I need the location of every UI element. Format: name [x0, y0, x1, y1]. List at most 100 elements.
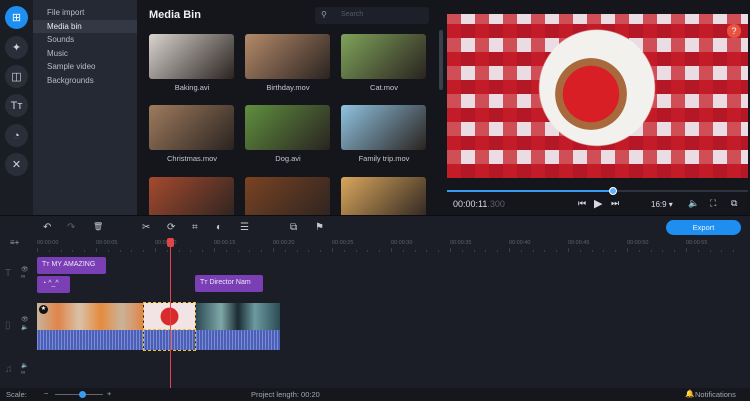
play-button[interactable]: ▶ — [594, 197, 602, 210]
title-clip[interactable]: Tт Director Nam — [195, 275, 263, 292]
next-frame-button[interactable]: ⏭ — [611, 198, 619, 209]
timeline-panel: ↶ ↷ 🗑 ✂ ⟳ ⌗ ◐ ☰ ⧉ ⚑ Export ≡+ 00:00:00 00… — [0, 215, 750, 401]
zoom-out-icon[interactable]: − — [44, 389, 48, 398]
ruler-label: 00:00:05 — [96, 240, 118, 246]
sidebar-item-music[interactable]: Music — [33, 47, 137, 61]
audio-waveform[interactable] — [196, 330, 280, 350]
video-clip-surf[interactable] — [196, 303, 280, 330]
marker-icon[interactable]: ⚑ — [315, 222, 324, 233]
media-bin-panel: Media Bin ⚲ Search Baking.avi Birthday.mo… — [137, 0, 445, 222]
sidebar-item-backgrounds[interactable]: Backgrounds — [33, 74, 137, 88]
redo-icon[interactable]: ↷ — [67, 222, 75, 233]
transitions-icon[interactable]: ◫ — [5, 65, 28, 88]
audio-waveform[interactable] — [37, 330, 143, 350]
sidebar-item-media-bin[interactable]: Media bin — [33, 19, 137, 34]
magic-wand-icon[interactable]: ✦ — [5, 36, 28, 59]
ruler-label: 00:00:55 — [686, 240, 708, 246]
music-track-lock-icon[interactable]: ∞ — [21, 370, 25, 376]
strawberry-bowl — [555, 58, 627, 130]
color-adjust-icon[interactable]: ◐ — [216, 222, 222, 233]
scale-slider-handle[interactable] — [79, 391, 86, 398]
ruler-tick — [638, 250, 640, 252]
sidebar-item-sample-video[interactable]: Sample video — [33, 60, 137, 74]
media-bin-scrollbar[interactable] — [439, 30, 443, 90]
zoom-in-icon[interactable]: + — [107, 389, 111, 398]
clip-properties-icon[interactable]: ☰ — [240, 222, 249, 233]
fullscreen-icon[interactable]: ⛶ — [710, 198, 716, 209]
media-thumbnail[interactable] — [341, 34, 426, 79]
media-thumbnail[interactable] — [149, 34, 234, 79]
media-item-label: Cat.mov — [370, 83, 398, 92]
help-button[interactable]: ? — [727, 24, 741, 38]
notifications-link[interactable]: Notifications — [695, 390, 736, 399]
titles-icon[interactable]: Tт — [5, 94, 28, 117]
ruler-tick — [190, 250, 192, 252]
video-track-volume-icon[interactable]: 🔈 — [21, 324, 28, 331]
text-track-lock-icon[interactable]: ∞ — [21, 274, 25, 280]
text-track-visibility-icon[interactable]: 👁 — [21, 266, 29, 273]
ruler-tick — [155, 248, 156, 252]
detach-preview-icon[interactable]: ⧉ — [731, 198, 737, 209]
video-track-icon: ▯ — [5, 320, 11, 331]
ruler-tick — [214, 248, 215, 252]
ruler-tick — [591, 250, 593, 252]
ruler-tick — [697, 250, 699, 252]
ruler-tick — [131, 250, 133, 252]
ruler-tick — [509, 248, 510, 252]
ruler-tick — [166, 250, 168, 252]
sidebar-item-file-import[interactable]: File import — [33, 6, 137, 20]
media-thumbnail[interactable] — [341, 105, 426, 150]
media-thumbnail[interactable] — [245, 34, 330, 79]
playback-progress[interactable] — [447, 187, 748, 195]
ruler-tick — [60, 250, 62, 252]
add-track-icon[interactable]: ≡+ — [10, 238, 19, 247]
tools-icon[interactable]: ✕ — [5, 153, 28, 176]
playhead[interactable] — [170, 238, 172, 388]
ruler-tick — [96, 248, 97, 252]
media-item-label: Dog.avi — [275, 154, 301, 163]
preview-panel: ? 00:00:11.300 ⏮ ▶ ⏭ 16:9 ▾ 🔈 ⛶ ⧉ — [445, 0, 750, 215]
ruler-tick — [650, 250, 652, 252]
previous-frame-button[interactable]: ⏮ — [578, 198, 586, 209]
timecode-main: 00:00:11 — [453, 199, 488, 209]
overlay-icon[interactable]: ⧉ — [290, 222, 297, 233]
ruler-tick — [556, 250, 558, 252]
ruler-tick — [72, 250, 74, 252]
sidebar-item-sounds[interactable]: Sounds — [33, 33, 137, 47]
ruler-tick — [343, 250, 345, 252]
video-clip-birthday[interactable]: ★ — [37, 303, 143, 330]
playhead-handle[interactable] — [167, 238, 175, 247]
tool-icon-bar: ⊞ ✦ ◫ Tт ◔ ✕ — [0, 0, 33, 215]
ruler-tick — [414, 250, 416, 252]
cut-icon[interactable]: ✂ — [142, 222, 150, 233]
progress-handle[interactable] — [608, 187, 617, 195]
media-item-label: Christmas.mov — [166, 154, 217, 163]
ruler-tick — [237, 250, 239, 252]
sticker-clip[interactable]: ◔ ^_^ — [37, 276, 70, 293]
delete-icon[interactable]: 🗑 — [93, 222, 103, 231]
export-button[interactable]: Export — [666, 220, 741, 235]
ruler-label: 00:00:40 — [509, 240, 531, 246]
media-thumbnail[interactable] — [245, 105, 330, 150]
title-clip[interactable]: Tт MY AMAZING — [37, 257, 106, 274]
aspect-ratio-select[interactable]: 16:9 ▾ — [651, 200, 673, 209]
import-icon[interactable]: ⊞ — [5, 6, 28, 29]
ruler-tick — [568, 248, 569, 252]
volume-icon[interactable]: 🔈 — [688, 198, 699, 209]
search-input[interactable]: ⚲ Search — [315, 7, 429, 24]
rotate-icon[interactable]: ⟳ — [167, 222, 175, 233]
ruler-tick — [579, 250, 581, 252]
music-track-volume-icon[interactable]: 🔈 — [21, 362, 28, 369]
ruler-tick — [627, 248, 628, 252]
video-track-visibility-icon[interactable]: 👁 — [21, 316, 29, 323]
stickers-icon[interactable]: ◔ — [5, 124, 28, 147]
bell-icon[interactable]: 🔔 — [685, 389, 694, 398]
media-thumbnail[interactable] — [149, 105, 234, 150]
undo-icon[interactable]: ↶ — [43, 222, 51, 233]
timeline-ruler[interactable]: 00:00:00 00:00:05 00:00:10 00:00:15 00:00:20… — [33, 238, 750, 252]
crop-icon[interactable]: ⌗ — [192, 222, 198, 233]
ruler-tick — [37, 248, 38, 252]
ruler-tick — [426, 250, 428, 252]
ruler-tick — [520, 250, 522, 252]
ruler-tick — [662, 250, 664, 252]
